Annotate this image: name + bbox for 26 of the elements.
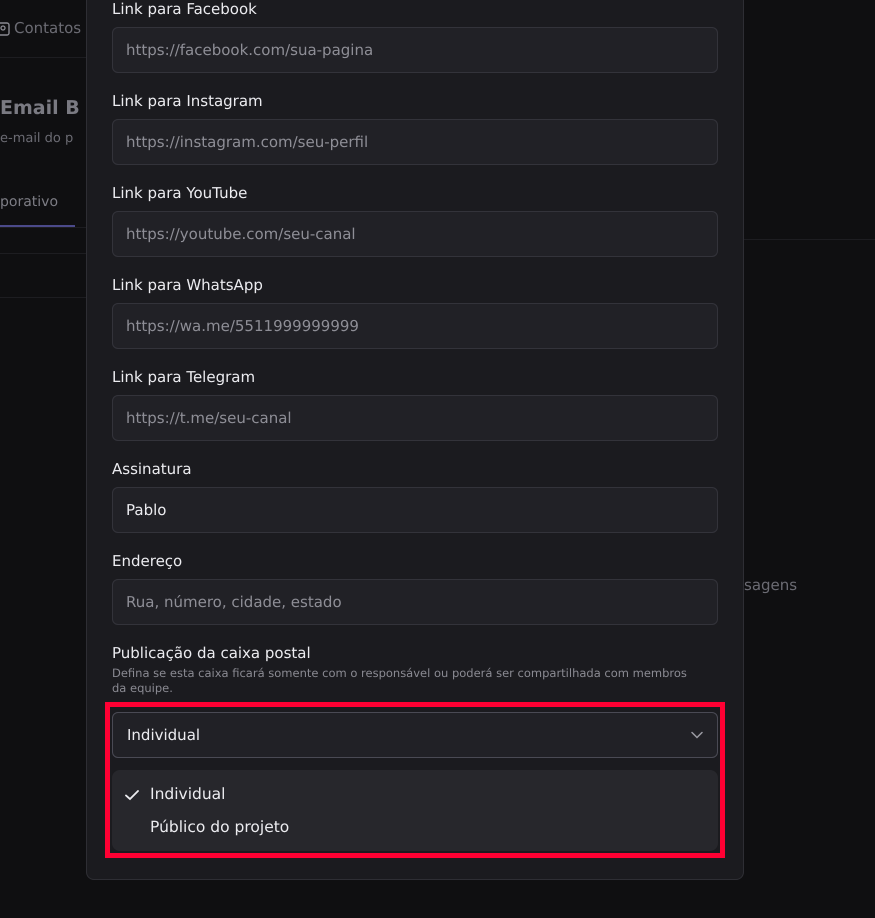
input-field[interactable]: Pablo: [112, 487, 718, 533]
background-text: sagens: [744, 575, 798, 596]
page-title: Email B: [0, 96, 81, 121]
nav-link-text[interactable]: Contatos: [14, 17, 82, 40]
input-field[interactable]: Rua, número, cidade, estado: [112, 579, 718, 625]
input-field[interactable]: https://wa.me/5511999999999: [112, 303, 718, 349]
dropdown-option[interactable]: Individual: [112, 778, 718, 812]
field-label: Publicação da caixa postal: [112, 644, 312, 663]
input-field[interactable]: https://t.me/seu-canal: [112, 395, 718, 441]
chevron-down-icon: [691, 731, 703, 739]
field-label: Link para YouTube: [112, 184, 248, 203]
field-label: Link para Telegram: [112, 368, 256, 387]
field-label: Assinatura: [112, 460, 193, 479]
help-text: Defina se esta caixa ficará somente com o responsável ou poderá ser compartilhada com membros da equipe.: [112, 666, 688, 696]
tab[interactable]: porativo: [0, 192, 75, 227]
field-label: Endereço: [112, 552, 184, 571]
input-field[interactable]: https://facebook.com/sua-pagina: [112, 27, 718, 73]
field-label: Link para Facebook: [112, 0, 258, 19]
input-field[interactable]: https://youtube.com/seu-canal: [112, 211, 718, 257]
contact-card-icon: [0, 22, 10, 36]
input-field[interactable]: https://instagram.com/seu-perfil: [112, 119, 718, 165]
select-field[interactable]: Individual: [112, 712, 718, 758]
dropdown-option[interactable]: Público do projeto: [112, 811, 718, 844]
page-subtitle: e-mail do p: [0, 130, 74, 148]
field-label: Link para WhatsApp: [112, 276, 264, 295]
field-label: Link para Instagram: [112, 92, 264, 111]
